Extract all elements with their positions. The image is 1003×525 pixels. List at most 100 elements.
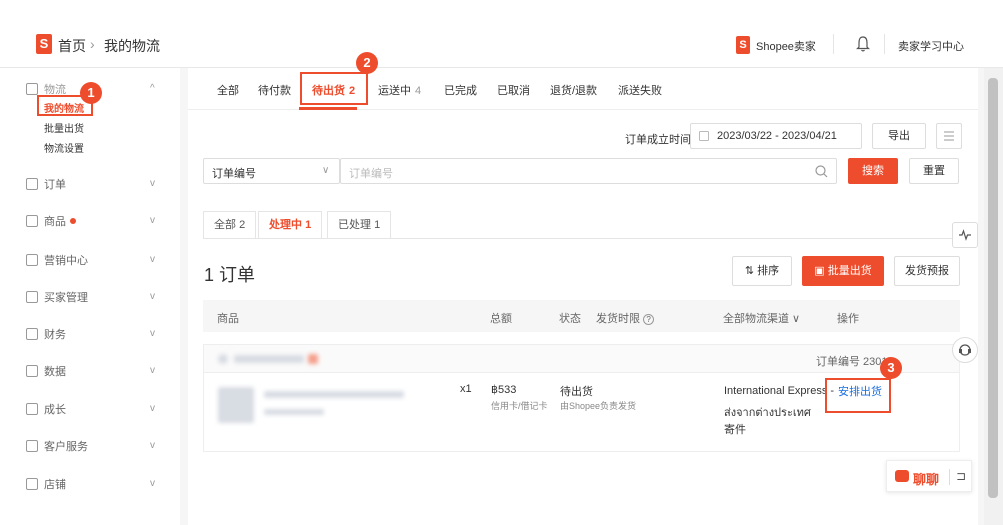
product-variant-blurred: [264, 409, 324, 415]
chevron-down-icon[interactable]: v: [150, 178, 155, 189]
shipping-channel: International Express -: [724, 385, 835, 397]
annotation-box-2: [300, 72, 368, 105]
ship-forecast-button[interactable]: 发货预报: [894, 256, 960, 286]
sidebar-group-shop[interactable]: 店铺: [26, 476, 66, 492]
chevron-down-icon[interactable]: v: [150, 365, 155, 376]
headset-icon[interactable]: [952, 337, 978, 363]
order-table-header: 商品 总额 状态 发货时限 ? 全部物流渠道 ∨ 操作: [203, 300, 960, 332]
top-bar: S 首页 › 我的物流 S Shopee卖家 卖家学习中心: [0, 0, 1003, 68]
minimize-icon[interactable]: ⊐: [956, 469, 966, 483]
bag-icon: [26, 215, 38, 227]
sidebar: 物流 ^ 我的物流 批量出货 物流设置 订单 v 商品 v 营销中心 v 买家管…: [0, 68, 180, 525]
divider: [949, 469, 950, 485]
sort-icon: ⇅: [744, 265, 755, 277]
tab-unpaid[interactable]: 待付款: [258, 82, 291, 98]
main-panel: 全部 待付款 待出货 2 运送中 4 已完成 已取消 退货/退款 派送失败 订单成立…: [188, 68, 978, 525]
search-input[interactable]: 订单编号: [340, 158, 837, 184]
subtab-all[interactable]: 全部 2: [203, 211, 257, 239]
annotation-badge-3: 3: [880, 357, 902, 379]
chevron-down-icon[interactable]: v: [150, 440, 155, 451]
truck-icon: [26, 83, 38, 95]
tab-failed-delivery[interactable]: 派送失败: [618, 82, 662, 98]
sidebar-group-growth[interactable]: 成长: [26, 401, 66, 417]
buyer-name-blurred: [234, 355, 304, 363]
heartbeat-icon[interactable]: [952, 222, 978, 248]
chart-icon: [26, 365, 38, 377]
breadcrumb-separator: ›: [90, 36, 95, 52]
tab-completed[interactable]: 已完成: [444, 82, 477, 98]
sidebar-group-marketing[interactable]: 营销中心: [26, 252, 88, 268]
column-action: 操作: [837, 313, 859, 325]
date-filter-label: 订单成立时间: [625, 134, 691, 146]
seller-name[interactable]: Shopee卖家: [756, 38, 816, 54]
shipping-channel-origin: ส่งจากต่างประเทศ: [724, 407, 811, 419]
search-button[interactable]: 搜索: [848, 158, 898, 184]
chevron-down-icon[interactable]: v: [150, 215, 155, 226]
item-quantity: x1: [460, 383, 472, 395]
sidebar-group-products[interactable]: 商品: [26, 213, 76, 229]
shop-icon: [26, 478, 38, 490]
tab-shipping[interactable]: 运送中 4: [378, 82, 421, 98]
chat-icon: [308, 354, 318, 364]
chat-widget[interactable]: 聊聊 ⊐: [886, 460, 972, 492]
chevron-down-icon: ∨: [322, 165, 330, 176]
sidebar-item-logistics-settings[interactable]: 物流设置: [44, 140, 84, 155]
divider: [203, 238, 960, 239]
payment-method: 信用卡/借记卡: [491, 401, 548, 411]
growth-icon: [26, 403, 38, 415]
sidebar-group-orders[interactable]: 订单: [26, 176, 66, 192]
order-count-title: 1 订单: [204, 265, 256, 285]
shopee-logo-icon[interactable]: S: [36, 34, 52, 54]
tag-icon: [26, 254, 38, 266]
tab-returns[interactable]: 退货/退款: [550, 82, 597, 98]
breadcrumb-home[interactable]: 首页: [58, 36, 86, 56]
column-channel-filter[interactable]: 全部物流渠道 ∨: [723, 310, 800, 326]
scrollbar[interactable]: [984, 68, 1003, 525]
breadcrumb-current: 我的物流: [104, 38, 160, 54]
chat-label: 聊聊: [913, 472, 940, 487]
divider: [884, 34, 885, 54]
bell-icon[interactable]: [855, 35, 871, 53]
search-type-value: 订单编号: [212, 168, 256, 180]
order-number: 订单编号 2301: [816, 356, 888, 368]
user-icon: [26, 291, 38, 303]
search-icon[interactable]: [815, 165, 828, 178]
sort-button[interactable]: ⇅ 排序: [732, 256, 792, 286]
date-range-picker[interactable]: 2023/03/22 - 2023/04/21: [690, 123, 862, 149]
help-icon: ?: [643, 314, 655, 325]
tab-all[interactable]: 全部: [217, 82, 239, 98]
column-amount: 总额: [490, 313, 512, 325]
sidebar-group-customer-service[interactable]: 客户服务: [26, 438, 88, 454]
order-amount: ฿533: [491, 384, 517, 396]
sidebar-group-data[interactable]: 数据: [26, 363, 66, 379]
sidebar-group-finance[interactable]: 财务: [26, 326, 66, 342]
product-name-blurred: [264, 391, 404, 398]
tab-cancelled[interactable]: 已取消: [497, 82, 530, 98]
chevron-down-icon[interactable]: v: [150, 478, 155, 489]
subtab-processing[interactable]: 处理中 1: [258, 211, 323, 239]
sidebar-item-bulk-ship[interactable]: 批量出货: [44, 120, 84, 135]
product-image: [218, 387, 254, 423]
shipping-mode: 寄件: [724, 424, 746, 436]
column-ship-deadline: 发货时限 ?: [596, 310, 655, 326]
chevron-up-icon[interactable]: ^: [150, 83, 155, 94]
search-type-select[interactable]: 订单编号 ∨: [203, 158, 340, 184]
learning-center-link[interactable]: 卖家学习中心: [898, 38, 964, 54]
reset-button[interactable]: 重置: [909, 158, 959, 184]
sidebar-group-buyers[interactable]: 买家管理: [26, 289, 88, 305]
chevron-down-icon[interactable]: v: [150, 328, 155, 339]
export-history-button[interactable]: [936, 123, 962, 149]
export-button[interactable]: 导出: [872, 123, 926, 149]
bulk-ship-button[interactable]: ▣ 批量出货: [802, 256, 884, 286]
menu-icon: [944, 131, 954, 141]
divider: [833, 34, 834, 54]
column-status: 状态: [559, 313, 581, 325]
scrollbar-thumb[interactable]: [988, 78, 998, 498]
subtab-processed[interactable]: 已处理 1: [327, 211, 392, 239]
chevron-down-icon[interactable]: v: [150, 291, 155, 302]
date-range-value: 2023/03/22 - 2023/04/21: [717, 130, 837, 142]
status-note: 由Shopee负责发货: [560, 401, 637, 411]
chevron-down-icon[interactable]: v: [150, 254, 155, 265]
chevron-down-icon[interactable]: v: [150, 403, 155, 414]
annotation-badge-1: 1: [80, 82, 102, 104]
